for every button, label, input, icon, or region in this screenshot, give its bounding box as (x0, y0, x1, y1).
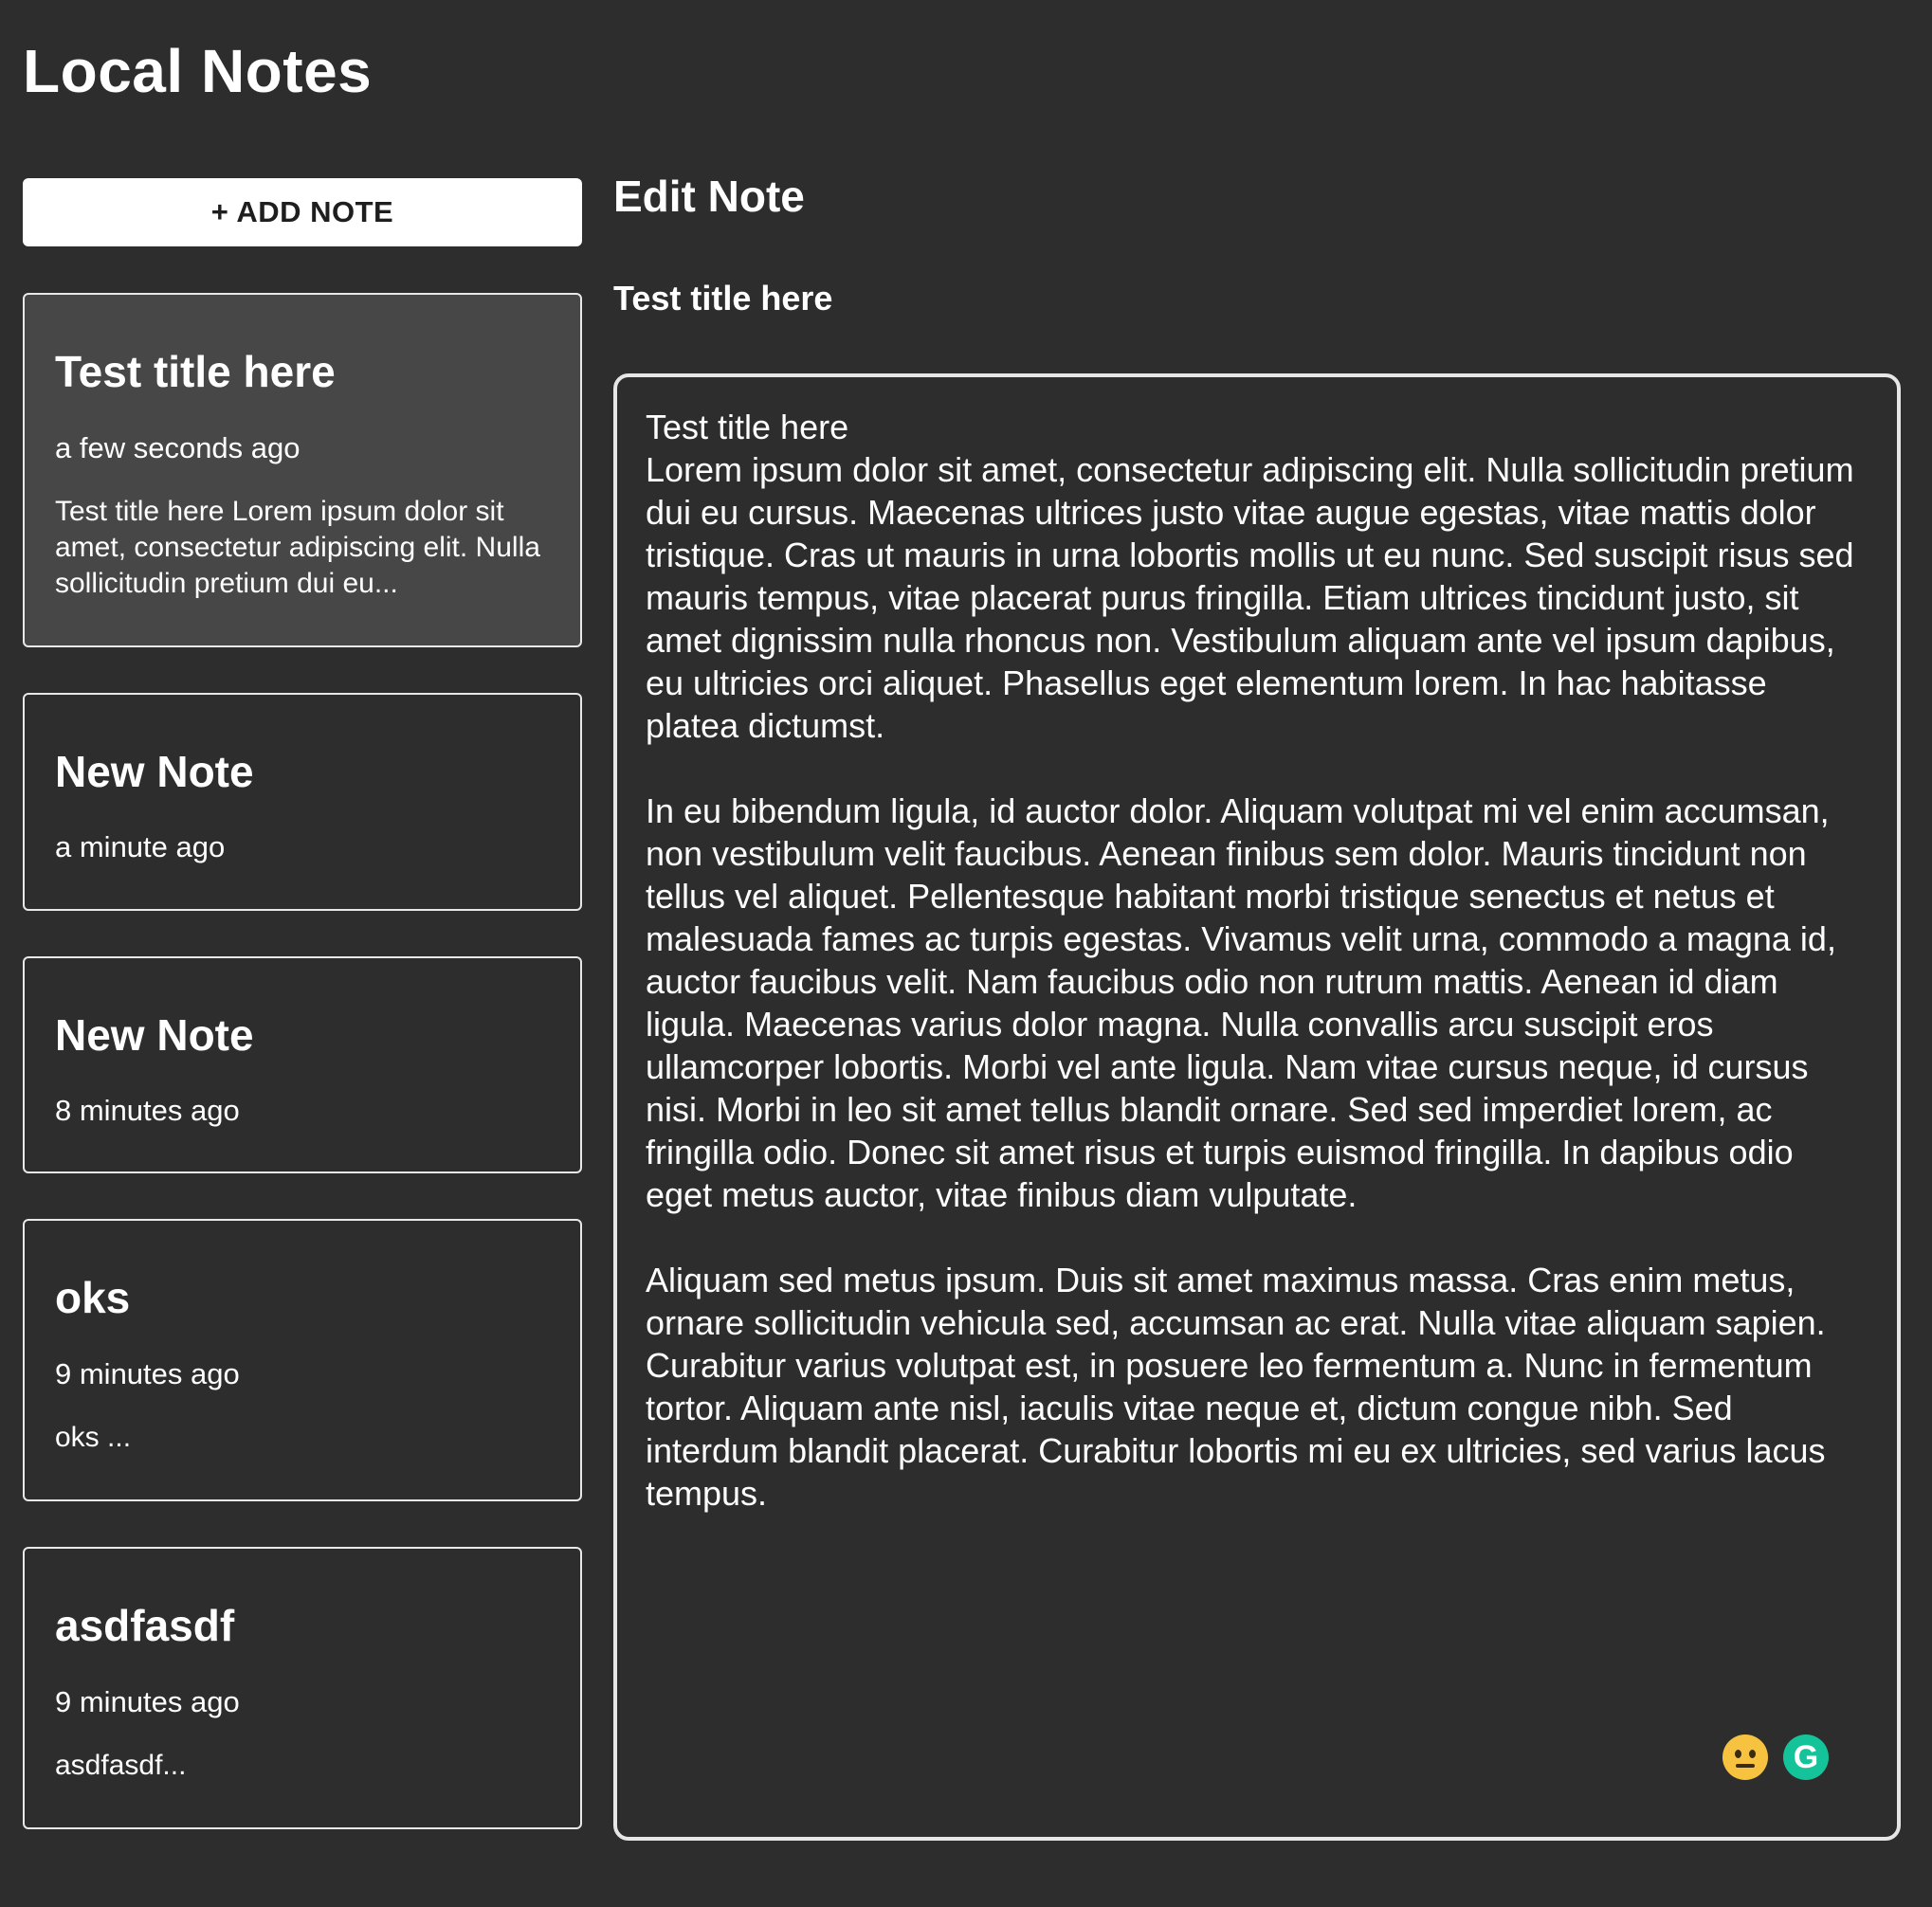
note-card-timestamp: a few seconds ago (55, 430, 301, 464)
note-card[interactable]: asdfasdf 9 minutes ago asdfasdf... (23, 1547, 582, 1829)
note-card-timestamp: a minute ago (55, 830, 226, 864)
note-card-title: oks (55, 1273, 131, 1323)
note-card-timestamp: 9 minutes ago (55, 1356, 240, 1390)
note-body-textarea[interactable]: Test title here Lorem ipsum dolor sit am… (613, 373, 1901, 1841)
note-card[interactable]: New Note 8 minutes ago (23, 955, 582, 1174)
note-card[interactable]: New Note a minute ago (23, 692, 582, 911)
note-card-timestamp: 9 minutes ago (55, 1684, 240, 1718)
note-card-preview: asdfasdf... (55, 1749, 187, 1781)
editor-heading: Edit Note (613, 172, 805, 221)
note-card-preview: oks ... (55, 1422, 132, 1454)
grammarly-icon[interactable]: G (1783, 1734, 1829, 1780)
note-list: Test title here a few seconds ago Test t… (23, 293, 582, 1829)
note-body-text[interactable]: Test title here Lorem ipsum dolor sit am… (646, 406, 1868, 1752)
note-card[interactable]: oks 9 minutes ago oks ... (23, 1219, 582, 1502)
app-title: Local Notes (23, 37, 373, 105)
note-card[interactable]: Test title here a few seconds ago Test t… (23, 293, 582, 647)
editor-note-title: Test title here (613, 279, 833, 318)
note-card-title: Test title here (55, 347, 336, 396)
note-card-title: asdfasdf (55, 1601, 235, 1651)
note-card-timestamp: 8 minutes ago (55, 1094, 240, 1128)
neutral-face-emoji-icon[interactable] (1722, 1734, 1768, 1780)
note-card-title: New Note (55, 1009, 254, 1060)
notes-sidebar: + ADD NOTE Test title here a few seconds… (23, 178, 582, 1875)
note-card-preview: Test title here Lorem ipsum dolor sit am… (55, 495, 540, 599)
note-card-title: New Note (55, 746, 254, 796)
extension-icons: G (1722, 1734, 1829, 1780)
add-note-button[interactable]: + ADD NOTE (23, 178, 582, 246)
note-editor: Edit Note Test title here Test title her… (613, 171, 1901, 1841)
